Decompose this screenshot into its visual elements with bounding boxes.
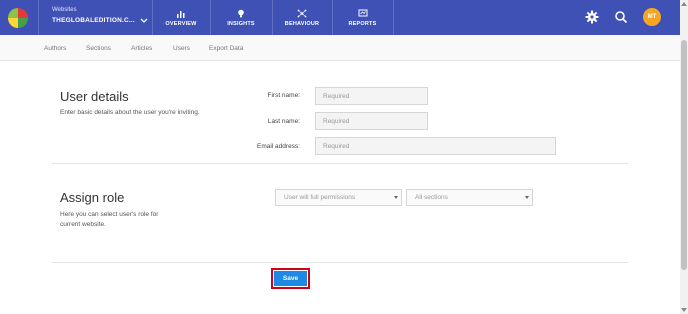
assign-role-title: Assign role [60, 190, 125, 205]
page-scrollbar[interactable] [680, 0, 688, 314]
network-icon [297, 9, 307, 17]
invite-user-form: User details Enter basic details about t… [0, 61, 680, 314]
nav-behaviour-label: BEHAVIOUR [284, 20, 320, 27]
assign-role-description-line2: current website. [60, 221, 106, 228]
tab-sections[interactable]: Sections [86, 45, 111, 52]
nav-reports[interactable]: REPORTS [333, 0, 392, 35]
user-details-description: Enter basic details about the user you'r… [60, 109, 200, 116]
website-selector-label: Websites [52, 7, 77, 13]
assign-role-description-line1: Here you can select user's role for [60, 211, 159, 218]
nav-divider [393, 0, 394, 35]
user-details-title: User details [60, 89, 129, 104]
select-caret-icon [394, 196, 398, 199]
tab-authors[interactable]: Authors [44, 45, 66, 52]
save-button-highlight: Save [271, 268, 310, 289]
bar-chart-icon [177, 10, 185, 18]
role-permission-select[interactable]: User will full permissions [275, 189, 402, 206]
lightbulb-icon [238, 9, 244, 17]
section-divider [52, 163, 628, 164]
user-avatar[interactable]: MT [643, 8, 661, 26]
tab-articles[interactable]: Articles [131, 45, 152, 52]
gear-icon[interactable] [585, 10, 599, 24]
website-name-row: THEGLOBALEDITION.C... [52, 17, 148, 24]
first-name-field[interactable]: Required [315, 87, 428, 105]
secondary-navigation: Authors Sections Articles Users Export D… [0, 35, 680, 61]
save-button[interactable]: Save [274, 271, 307, 286]
tab-export-data[interactable]: Export Data [209, 45, 243, 52]
tab-users[interactable]: Users [173, 45, 190, 52]
last-name-field[interactable]: Required [315, 112, 428, 130]
nav-overview[interactable]: OVERVIEW [153, 0, 209, 35]
scroll-down-arrow-icon[interactable] [681, 308, 687, 312]
last-name-label: Last name: [267, 118, 300, 125]
section-divider [52, 262, 628, 263]
search-icon[interactable] [614, 10, 628, 24]
email-address-label: Email address: [257, 143, 300, 150]
scroll-up-arrow-icon[interactable] [681, 2, 687, 6]
nav-overview-label: OVERVIEW [165, 20, 197, 27]
top-navigation-bar: Websites THEGLOBALEDITION.C... OVERVIEW … [0, 0, 680, 35]
email-address-field[interactable]: Required [315, 137, 556, 155]
website-name: THEGLOBALEDITION.C... [52, 17, 135, 24]
nav-reports-label: REPORTS [348, 20, 377, 27]
first-name-label: First name: [267, 92, 300, 99]
chevron-down-icon [140, 18, 148, 23]
role-permission-value: User will full permissions [284, 194, 356, 201]
website-selector[interactable]: Websites THEGLOBALEDITION.C... [52, 7, 148, 24]
app-logo-icon[interactable] [6, 6, 30, 30]
scrollbar-thumb[interactable] [681, 40, 687, 270]
report-icon [358, 9, 367, 16]
nav-insights[interactable]: INSIGHTS [211, 0, 271, 35]
select-caret-icon [525, 196, 529, 199]
sections-value: All sections [415, 194, 448, 201]
nav-divider [38, 0, 39, 35]
nav-insights-label: INSIGHTS [227, 20, 255, 27]
sections-select[interactable]: All sections [406, 189, 533, 206]
nav-behaviour[interactable]: BEHAVIOUR [273, 0, 331, 35]
